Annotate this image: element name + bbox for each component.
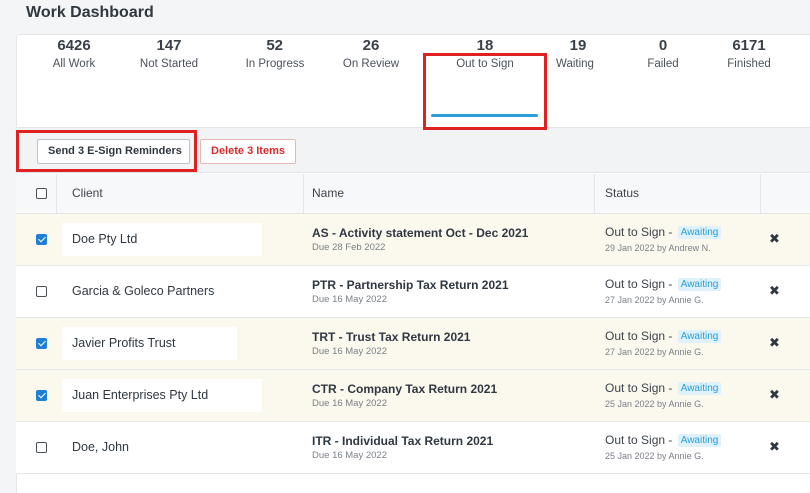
- table-row[interactable]: Garcia & Goleco Partners PTR - Partnersh…: [16, 266, 810, 318]
- stat-label: Out to Sign: [456, 58, 514, 70]
- job-name[interactable]: AS - Activity statement Oct - Dec 2021: [312, 226, 528, 240]
- status-meta: 29 Jan 2022 by Andrew N.: [605, 243, 711, 253]
- remove-icon[interactable]: ✖: [769, 440, 780, 454]
- table-row[interactable]: Javier Profits Trust TRT - Trust Tax Ret…: [16, 318, 810, 370]
- column-divider: [303, 174, 304, 214]
- send-esign-reminders-button[interactable]: Send 3 E-Sign Reminders: [37, 139, 190, 164]
- status-label: Out to Sign -: [605, 381, 673, 395]
- client-name[interactable]: Doe, John: [62, 431, 262, 464]
- job-due-date: Due 16 May 2022: [312, 398, 387, 409]
- status-label: Out to Sign -: [605, 225, 673, 239]
- status-text: Out to Sign - Awaiting: [605, 329, 722, 343]
- table-header: Client Name Status: [16, 174, 810, 214]
- row-checkbox[interactable]: [36, 442, 47, 453]
- stat-finished[interactable]: 6171 Finished: [724, 37, 774, 72]
- status-meta: 25 Jan 2022 by Annie G.: [605, 451, 704, 461]
- column-header-client[interactable]: Client: [72, 186, 103, 200]
- stat-label: In Progress: [245, 58, 305, 70]
- column-divider: [760, 174, 761, 214]
- active-tab-underline: [431, 114, 538, 117]
- stat-count: 52: [266, 37, 283, 54]
- select-all-checkbox[interactable]: [36, 188, 47, 199]
- column-divider: [56, 174, 57, 214]
- row-checkbox[interactable]: [36, 234, 47, 245]
- table-row[interactable]: Doe Pty Ltd AS - Activity statement Oct …: [16, 214, 810, 266]
- job-name[interactable]: ITR - Individual Tax Return 2021: [312, 434, 493, 448]
- stat-count: 26: [362, 37, 380, 54]
- job-name[interactable]: TRT - Trust Tax Return 2021: [312, 330, 470, 344]
- status-meta: 27 Jan 2022 by Annie G.: [605, 295, 704, 305]
- job-name[interactable]: CTR - Company Tax Return 2021: [312, 382, 497, 396]
- bulk-action-toolbar: Send 3 E-Sign Reminders Delete 3 Items: [16, 127, 810, 173]
- status-badge: Awaiting: [677, 278, 722, 291]
- client-name[interactable]: Doe Pty Ltd: [62, 223, 262, 256]
- status-meta: 27 Jan 2022 by Annie G.: [605, 347, 704, 357]
- column-header-status[interactable]: Status: [605, 186, 639, 200]
- job-due-date: Due 16 May 2022: [312, 346, 387, 357]
- remove-icon[interactable]: ✖: [769, 336, 780, 350]
- stat-label: Not Started: [139, 58, 199, 70]
- remove-icon[interactable]: ✖: [769, 232, 780, 246]
- status-label: Out to Sign -: [605, 277, 673, 291]
- stat-count: 6426: [57, 37, 91, 54]
- status-badge: Awaiting: [677, 434, 722, 447]
- job-due-date: Due 16 May 2022: [312, 294, 387, 305]
- stat-failed[interactable]: 0 Failed: [640, 37, 686, 72]
- status-label: Out to Sign -: [605, 433, 673, 447]
- client-name[interactable]: Juan Enterprises Pty Ltd: [62, 379, 262, 412]
- status-text: Out to Sign - Awaiting: [605, 381, 722, 395]
- client-name[interactable]: Garcia & Goleco Partners: [62, 275, 262, 308]
- job-due-date: Due 16 May 2022: [312, 450, 387, 461]
- stat-out-to-sign[interactable]: 18 Out to Sign: [449, 37, 521, 72]
- row-checkbox[interactable]: [36, 286, 47, 297]
- stat-label: On Review: [342, 58, 400, 70]
- status-text: Out to Sign - Awaiting: [605, 433, 722, 447]
- stat-count: 18: [476, 37, 494, 54]
- stat-waiting[interactable]: 19 Waiting: [550, 37, 600, 72]
- row-checkbox[interactable]: [36, 390, 47, 401]
- table-row[interactable]: Doe, John ITR - Individual Tax Return 20…: [16, 422, 810, 474]
- stat-label: Waiting: [556, 58, 594, 70]
- stat-not-started[interactable]: 147 Not Started: [133, 37, 205, 72]
- stat-count: 6171: [732, 37, 766, 54]
- status-badge: Awaiting: [677, 382, 722, 395]
- status-meta: 25 Jan 2022 by Annie G.: [605, 399, 704, 409]
- stat-all-work[interactable]: 6426 All Work: [44, 37, 104, 72]
- delete-items-button[interactable]: Delete 3 Items: [200, 139, 296, 164]
- stat-count: 19: [569, 37, 587, 54]
- job-due-date: Due 28 Feb 2022: [312, 242, 386, 253]
- stat-on-review[interactable]: 26 On Review: [336, 37, 406, 72]
- column-divider: [594, 174, 595, 214]
- stat-label: All Work: [52, 58, 96, 70]
- stat-count: 0: [658, 37, 668, 54]
- status-badge: Awaiting: [677, 330, 722, 343]
- status-text: Out to Sign - Awaiting: [605, 225, 722, 239]
- status-label: Out to Sign -: [605, 329, 673, 343]
- remove-icon[interactable]: ✖: [769, 388, 780, 402]
- table-row[interactable]: Juan Enterprises Pty Ltd CTR - Company T…: [16, 370, 810, 422]
- row-checkbox[interactable]: [36, 338, 47, 349]
- job-name[interactable]: PTR - Partnership Tax Return 2021: [312, 278, 509, 292]
- client-name[interactable]: Javier Profits Trust: [62, 327, 237, 360]
- status-text: Out to Sign - Awaiting: [605, 277, 722, 291]
- stat-count: 147: [156, 37, 182, 54]
- stat-in-progress[interactable]: 52 In Progress: [240, 37, 310, 72]
- status-badge: Awaiting: [677, 226, 722, 239]
- remove-icon[interactable]: ✖: [769, 284, 780, 298]
- stat-label: Finished: [727, 58, 771, 70]
- page-title: Work Dashboard: [26, 4, 154, 21]
- stat-label: Failed: [647, 58, 679, 70]
- column-header-name[interactable]: Name: [312, 186, 344, 200]
